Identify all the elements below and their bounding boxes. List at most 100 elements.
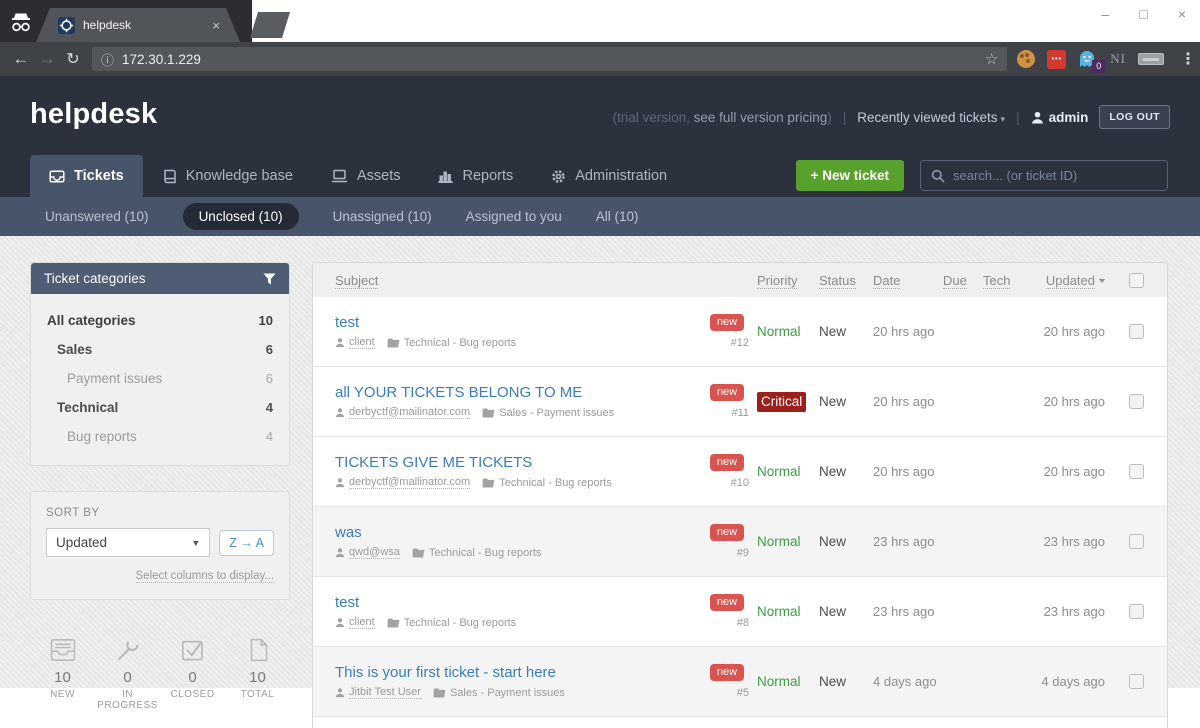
ticket-from-user[interactable]: derbyctf@mailinator.com	[349, 476, 470, 489]
tab-knowledge-base[interactable]: Knowledge base	[143, 155, 312, 197]
password-extension-icon[interactable]: •••	[1047, 50, 1066, 69]
select-columns-link[interactable]: Select columns to display...	[136, 570, 275, 583]
forward-icon[interactable]: →	[34, 49, 60, 69]
ticket-from-user[interactable]: client	[349, 616, 375, 629]
folder-icon	[433, 688, 446, 698]
filter-funnel-icon[interactable]	[263, 273, 276, 285]
category-bug-reports[interactable]: Bug reports4	[31, 422, 289, 451]
incognito-icon	[9, 12, 33, 33]
header-subject[interactable]: Subject	[335, 273, 378, 289]
search-input[interactable]	[953, 168, 1143, 183]
ticket-from-user[interactable]: derbyctf@mailinator.com	[349, 406, 470, 419]
close-button[interactable]: ×	[1178, 4, 1186, 24]
chevron-down-icon: ▾	[1001, 114, 1006, 124]
header-updated[interactable]: Updated	[1046, 273, 1095, 289]
new-ticket-button[interactable]: + New ticket	[796, 160, 904, 191]
reload-icon[interactable]: ↻	[60, 49, 86, 69]
ticket-from-user[interactable]: client	[349, 336, 375, 349]
stat-in-progress: 0 IN PROGRESS	[95, 637, 160, 711]
header-priority[interactable]: Priority	[757, 273, 797, 289]
ghost-extension-icon[interactable]: 0	[1078, 49, 1098, 69]
info-icon[interactable]: ⓘ	[101, 50, 114, 69]
row-checkbox[interactable]	[1129, 604, 1144, 619]
browser-tab-helpdesk[interactable]: helpdesk ×	[36, 8, 240, 42]
ticket-row: was qwd@wsa Technical - Bug	[313, 507, 1167, 577]
user-menu[interactable]: admin	[1031, 110, 1089, 125]
ticket-from-user[interactable]: Jitbit Test User	[349, 686, 421, 699]
ticket-number: #5	[737, 687, 749, 699]
ticket-number: #8	[737, 617, 749, 629]
ni-extension-icon[interactable]: NI	[1110, 51, 1126, 67]
tray-icon	[49, 637, 77, 663]
row-checkbox[interactable]	[1129, 534, 1144, 549]
row-checkbox[interactable]	[1129, 324, 1144, 339]
filter-assigned-to-you[interactable]: Assigned to you	[466, 203, 562, 230]
recently-viewed-dropdown[interactable]: Recently viewed tickets▾	[857, 110, 1005, 125]
address-bar[interactable]: ⓘ 172.30.1.229 ☆	[92, 47, 1007, 71]
ticket-subject-link[interactable]: test	[335, 314, 699, 331]
pricing-link[interactable]: see full version pricing	[694, 110, 828, 125]
url-text[interactable]: 172.30.1.229	[122, 52, 985, 67]
ticket-category: Technical - Bug reports	[499, 477, 612, 489]
keyboard-extension-icon[interactable]	[1138, 53, 1164, 65]
person-icon	[335, 337, 345, 348]
row-checkbox[interactable]	[1129, 464, 1144, 479]
ticket-categories-panel: Ticket categories All categories10 Sales…	[30, 262, 290, 466]
date-value: 20 hrs ago	[873, 394, 934, 409]
app-header: helpdesk (trial version, see full versio…	[0, 76, 1200, 155]
laptop-icon	[331, 169, 348, 183]
header-due[interactable]: Due	[943, 273, 967, 289]
sort-order-button[interactable]: Z → A	[219, 530, 274, 556]
updated-value: 20 hrs ago	[1044, 394, 1105, 409]
category-all[interactable]: All categories10	[31, 306, 289, 335]
ticket-subject-link[interactable]: was	[335, 524, 699, 541]
sort-panel: SORT BY Updated ▼ Z → A Select columns t…	[30, 491, 290, 600]
tab-administration[interactable]: Administration	[532, 155, 686, 197]
filter-all[interactable]: All (10)	[596, 203, 639, 230]
category-payment-issues[interactable]: Payment issues6	[31, 364, 289, 393]
ticket-from-user[interactable]: qwd@wsa	[349, 546, 400, 559]
ticket-number: #10	[731, 477, 749, 489]
ticket-row: This is your first ticket - start here J…	[313, 647, 1167, 717]
inbox-icon	[49, 169, 65, 184]
ticket-subject-link[interactable]: test	[335, 594, 699, 611]
cookie-extension-icon[interactable]	[1017, 50, 1035, 68]
sort-select[interactable]: Updated ▼	[46, 528, 210, 557]
ticket-number: #9	[737, 547, 749, 559]
date-value: 23 hrs ago	[873, 604, 934, 619]
search-box[interactable]	[920, 160, 1168, 191]
folder-icon	[412, 548, 425, 558]
ticket-subject-link[interactable]: TICKETS GIVE ME TICKETS	[335, 454, 699, 471]
header-tech[interactable]: Tech	[983, 273, 1010, 289]
row-checkbox[interactable]	[1129, 674, 1144, 689]
category-sales[interactable]: Sales6	[31, 335, 289, 364]
back-icon[interactable]: ←	[8, 49, 34, 69]
select-all-checkbox[interactable]	[1129, 273, 1144, 288]
ticket-category: Technical - Bug reports	[404, 337, 517, 349]
tab-tickets[interactable]: Tickets	[30, 155, 143, 197]
tab-close-icon[interactable]: ×	[212, 18, 220, 33]
header-date[interactable]: Date	[873, 273, 900, 289]
partial-next-row	[313, 717, 1167, 728]
helpdesk-favicon	[58, 17, 75, 34]
ticket-subject-link[interactable]: all YOUR TICKETS BELONG TO ME	[335, 384, 699, 401]
minimize-button[interactable]: –	[1102, 4, 1110, 24]
header-status[interactable]: Status	[819, 273, 856, 289]
browser-menu-icon[interactable]: ⋮	[1180, 49, 1190, 69]
tab-assets[interactable]: Assets	[312, 155, 420, 197]
ticket-subject-link[interactable]: This is your first ticket - start here	[335, 664, 699, 681]
new-tab-button[interactable]	[250, 12, 290, 38]
priority-value: Normal	[757, 464, 801, 479]
filter-unclosed[interactable]: Unclosed (10)	[183, 203, 299, 230]
search-icon	[931, 169, 945, 183]
filter-unanswered[interactable]: Unanswered (10)	[45, 203, 149, 230]
row-checkbox[interactable]	[1129, 394, 1144, 409]
new-badge: new	[710, 384, 744, 401]
tab-reports[interactable]: Reports	[419, 155, 532, 197]
maximize-button[interactable]: □	[1139, 4, 1147, 24]
filter-unassigned[interactable]: Unassigned (10)	[333, 203, 432, 230]
tab-title: helpdesk	[83, 18, 212, 32]
category-technical[interactable]: Technical4	[31, 393, 289, 422]
bookmark-star-icon[interactable]: ☆	[985, 50, 998, 68]
logout-button[interactable]: LOG OUT	[1099, 105, 1170, 129]
